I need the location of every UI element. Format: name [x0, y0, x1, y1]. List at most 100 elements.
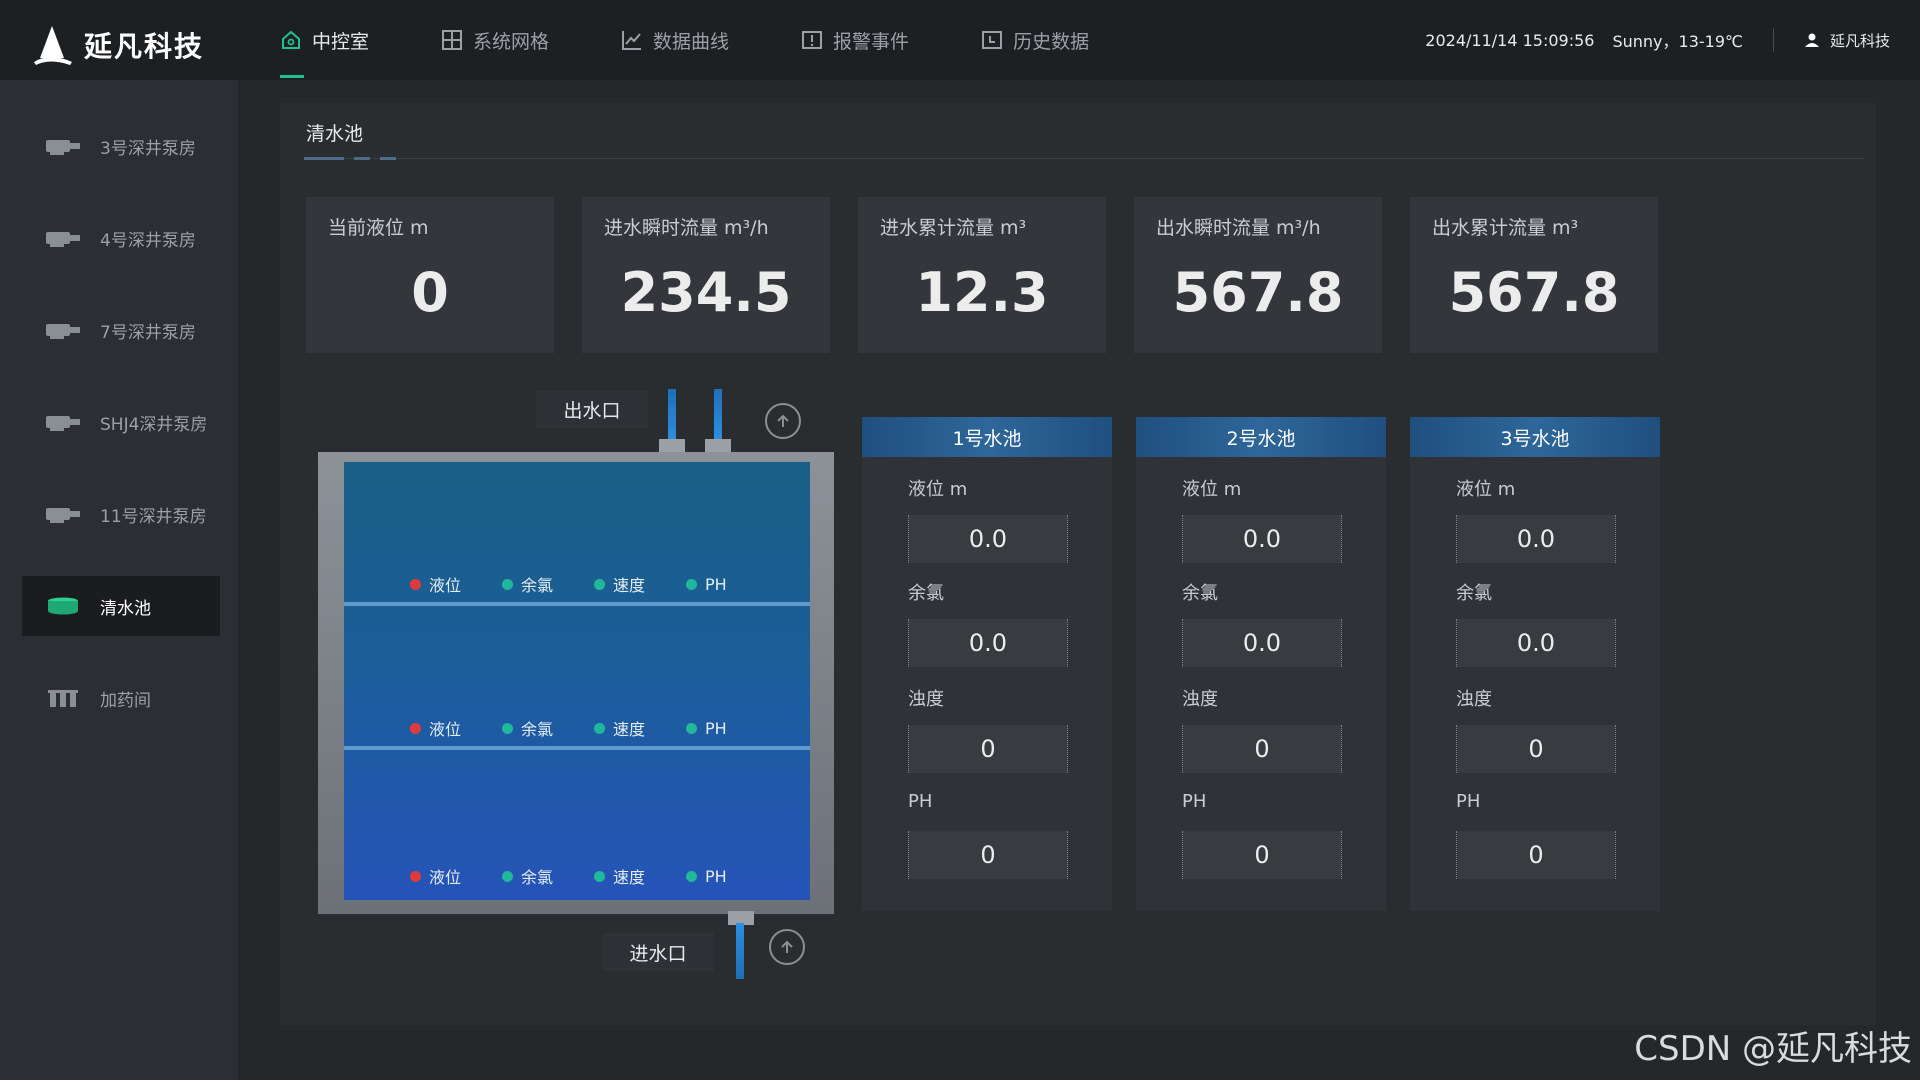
stat-card-outflow-total: 出水累计流量 m³ 567.8: [1410, 197, 1658, 353]
stat-label: 当前液位 m: [328, 217, 429, 239]
stat-card-inflow-rate: 进水瞬时流量 m³/h 234.5: [582, 197, 830, 353]
metric-value: 0: [1456, 725, 1616, 773]
legend-level: 液位: [410, 572, 502, 596]
sidebar-item-label: SHJ4深井泵房: [100, 414, 208, 435]
metric-label: PH: [908, 791, 933, 812]
pool-icon: [48, 597, 78, 615]
outlet-up-button[interactable]: [765, 403, 801, 439]
pool-title: 3号水池: [1410, 417, 1660, 457]
sidebar-item-label: 7号深井泵房: [100, 322, 196, 343]
metric-label: 余氯: [1456, 583, 1492, 604]
title-accent: [380, 157, 396, 160]
tank-level-band: [344, 602, 810, 606]
nav-alarm-events[interactable]: 报警事件: [801, 0, 909, 80]
sidebar-item-label: 3号深井泵房: [100, 138, 196, 159]
outlet-pipe-cap: [659, 439, 685, 453]
metric-value: 0: [1456, 831, 1616, 879]
clear-water-tank: 液位 余氯 速度 PH 液位 余氯 速度 PH 液位 余氯 速度 PH: [318, 452, 834, 914]
inlet-label: 进水口: [602, 933, 714, 971]
sidebar-item-label: 4号深井泵房: [100, 230, 196, 251]
speed-dot-icon: [594, 870, 605, 882]
outlet-pipe-cap: [705, 439, 731, 453]
metric-value: 0.0: [1182, 619, 1342, 667]
stat-label: 出水累计流量 m³: [1432, 217, 1579, 239]
level-dot-icon: [410, 722, 421, 734]
nav-label: 历史数据: [1013, 30, 1090, 53]
history-icon: [982, 31, 1003, 49]
stat-card-outflow-rate: 出水瞬时流量 m³/h 567.8: [1134, 197, 1382, 353]
ph-dot-icon: [686, 870, 697, 882]
stat-card-inflow-total: 进水累计流量 m³ 12.3: [858, 197, 1106, 353]
legend-label: 余氯: [521, 720, 554, 739]
main-panel: 清水池 当前液位 m 0 进水瞬时流量 m³/h 234.5 进水累计流量 m³…: [280, 103, 1876, 1025]
metric-value: 0.0: [1182, 515, 1342, 563]
metric-label: 液位 m: [1182, 479, 1242, 500]
chlorine-dot-icon: [502, 722, 513, 734]
level-dot-icon: [410, 870, 421, 882]
nav-label: 系统网格: [473, 30, 550, 53]
user-name: 延凡科技: [1829, 31, 1890, 50]
grid-icon: [442, 30, 463, 50]
metric-label: 浊度: [1182, 689, 1218, 710]
pool-2: 2号水池 液位 m 0.0 余氯 0.0 浊度 0 PH 0: [1136, 417, 1386, 911]
nav-label: 报警事件: [833, 30, 910, 53]
stat-value: 12.3: [915, 261, 1049, 324]
legend-label: 速度: [613, 868, 646, 887]
brand-logo[interactable]: 延凡科技: [30, 20, 204, 70]
legend-speed: 速度: [594, 716, 686, 740]
arrow-up-icon: [777, 414, 789, 427]
legend-label: 速度: [613, 576, 646, 595]
sidebar-item-clear-water-pool[interactable]: 清水池: [22, 576, 220, 636]
metric-label: 浊度: [908, 689, 944, 710]
sidebar-item-pump-11[interactable]: 11号深井泵房: [22, 484, 220, 544]
sidebar-item-pump-3[interactable]: 3号深井泵房: [22, 116, 220, 176]
nav-system-grid[interactable]: 系统网格: [441, 0, 549, 80]
nav-label: 数据曲线: [653, 30, 730, 53]
stat-label: 出水瞬时流量 m³/h: [1156, 217, 1321, 239]
pool-3: 3号水池 液位 m 0.0 余氯 0.0 浊度 0 PH 0: [1410, 417, 1660, 911]
sail-logo-icon: [34, 26, 72, 65]
dosing-icon: [48, 690, 78, 707]
nav-data-curve[interactable]: 数据曲线: [621, 0, 729, 80]
outlet-pipe: [668, 389, 676, 441]
sidebar-item-label: 清水池: [100, 598, 151, 619]
sidebar-item-label: 加药间: [100, 690, 151, 711]
tank-level-band: [344, 746, 810, 750]
tank-legend-row: 液位 余氯 速度 PH: [410, 572, 778, 596]
arrow-up-icon: [781, 940, 793, 953]
brand-name: 延凡科技: [84, 30, 205, 63]
legend-speed: 速度: [594, 864, 686, 888]
pool-1: 1号水池 液位 m 0.0 余氯 0.0 浊度 0 PH 0: [862, 417, 1112, 911]
ph-dot-icon: [686, 578, 697, 590]
inlet-pipe: [736, 923, 744, 979]
alarm-icon: [802, 31, 823, 49]
sidebar-item-dosing-room[interactable]: 加药间: [22, 668, 220, 728]
stat-value: 234.5: [620, 261, 792, 324]
sidebar-item-pump-shj4[interactable]: SHJ4深井泵房: [22, 392, 220, 452]
divider: [1772, 28, 1774, 52]
user-icon: [1804, 33, 1819, 47]
tank-legend-row: 液位 余氯 速度 PH: [410, 864, 778, 888]
stat-value: 567.8: [1448, 261, 1620, 324]
inlet-up-button[interactable]: [769, 929, 805, 965]
sidebar-item-pump-7[interactable]: 7号深井泵房: [22, 300, 220, 360]
sidebar-item-pump-4[interactable]: 4号深井泵房: [22, 208, 220, 268]
legend-label: PH: [705, 718, 727, 738]
legend-ph: PH: [686, 572, 778, 596]
nav-history-data[interactable]: 历史数据: [981, 0, 1089, 80]
pool-title: 2号水池: [1136, 417, 1386, 457]
pump-icon: [46, 232, 80, 247]
pump-icon: [46, 508, 80, 523]
nav-control-room[interactable]: 中控室: [280, 0, 369, 80]
weather-text: Sunny，13-19℃: [1612, 32, 1743, 51]
metric-value: 0.0: [1456, 619, 1616, 667]
title-accent: [304, 157, 344, 160]
legend-label: 速度: [613, 720, 646, 739]
pump-icon: [46, 140, 80, 155]
metric-label: 余氯: [1182, 583, 1218, 604]
legend-ph: PH: [686, 864, 778, 888]
user-menu[interactable]: 延凡科技: [1804, 30, 1890, 51]
pump-icon: [46, 324, 80, 339]
ph-dot-icon: [686, 722, 697, 734]
chlorine-dot-icon: [502, 578, 513, 590]
